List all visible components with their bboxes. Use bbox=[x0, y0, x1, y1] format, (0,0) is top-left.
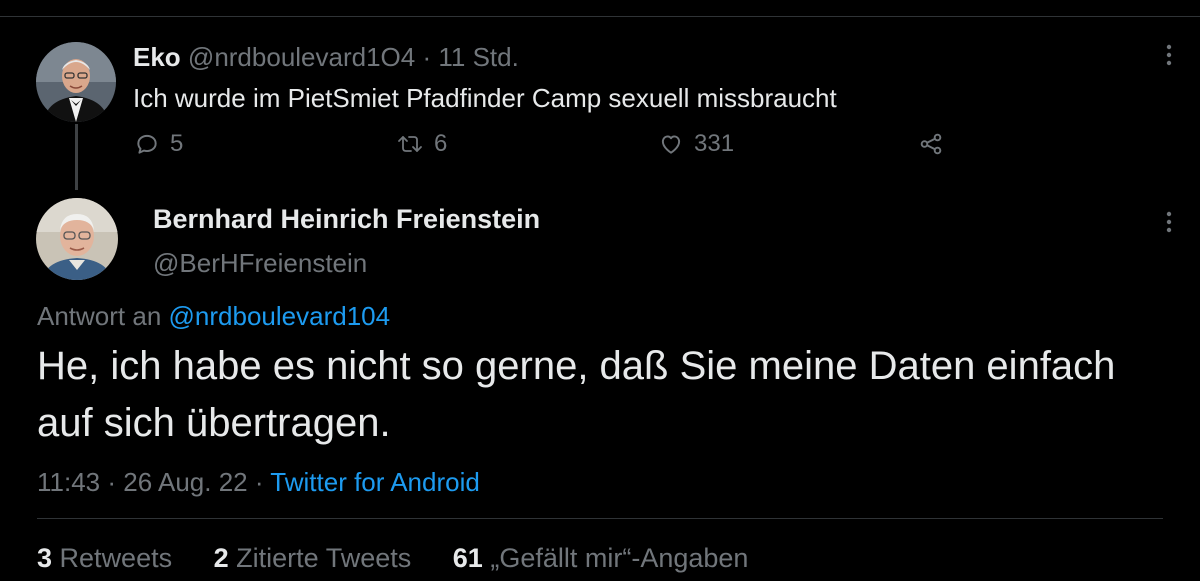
retweets-stat[interactable]: 3 Retweets bbox=[37, 543, 172, 573]
focused-handle[interactable]: @BerHFreienstein bbox=[153, 247, 367, 279]
quotes-stat-count: 2 bbox=[213, 543, 229, 573]
likes-stat-count: 61 bbox=[452, 543, 483, 573]
more-icon[interactable] bbox=[1158, 207, 1180, 237]
share-button[interactable] bbox=[918, 128, 954, 160]
quotes-stat[interactable]: 2 Zitierte Tweets bbox=[214, 543, 412, 573]
likes-stat[interactable]: 61 „Gefällt mir“-Angaben bbox=[453, 543, 749, 573]
avatar-eko[interactable] bbox=[36, 42, 116, 122]
reply-handle-link[interactable]: @nrdboulevard104 bbox=[169, 301, 391, 331]
top-divider bbox=[0, 16, 1200, 17]
retweet-count: 6 bbox=[434, 130, 448, 157]
reply-prefix: Antwort an bbox=[37, 301, 162, 331]
like-count: 331 bbox=[694, 130, 735, 157]
parent-display-name[interactable]: Eko bbox=[133, 42, 181, 72]
focused-tweet-text: He, ich habe es nicht so gerne, daß Sie … bbox=[37, 344, 1116, 445]
reply-count: 5 bbox=[170, 130, 184, 157]
quotes-stat-label: Zitierte Tweets bbox=[236, 543, 412, 573]
share-icon bbox=[918, 131, 944, 157]
like-button[interactable]: 331 bbox=[658, 128, 734, 160]
parent-handle[interactable]: @nrdboulevard1O4 bbox=[188, 42, 415, 72]
meta-separator: · bbox=[254, 467, 264, 497]
heart-icon bbox=[658, 131, 684, 157]
likes-stat-label: „Gefällt mir“-Angaben bbox=[490, 543, 749, 573]
reply-context: Antwort an @nrdboulevard104 bbox=[37, 300, 390, 332]
avatar-freienstein[interactable] bbox=[36, 198, 118, 280]
focused-display-name[interactable]: Bernhard Heinrich Freienstein bbox=[153, 203, 540, 235]
parent-tweet-text: Ich wurde im PietSmiet Pfadfinder Camp s… bbox=[133, 83, 837, 113]
tweet-source-link[interactable]: Twitter for Android bbox=[270, 467, 480, 497]
thread-line bbox=[75, 124, 78, 190]
meta-separator: · bbox=[107, 467, 117, 497]
stats-divider bbox=[37, 518, 1163, 519]
tweet-meta: 11:43 · 26 Aug. 22 · Twitter for Android bbox=[37, 466, 480, 498]
tweet-time[interactable]: 11:43 bbox=[37, 467, 100, 497]
retweet-button[interactable]: 6 bbox=[396, 128, 447, 160]
parent-tweet-header: Eko @nrdboulevard1O4 · 11 Std. bbox=[133, 42, 519, 72]
retweets-stat-count: 3 bbox=[37, 543, 53, 573]
retweets-stat-label: Retweets bbox=[59, 543, 173, 573]
engagement-stats: 3 Retweets 2 Zitierte Tweets 61 „Gefällt… bbox=[37, 541, 782, 575]
tweet-date[interactable]: 26 Aug. 22 bbox=[123, 467, 247, 497]
reply-icon bbox=[134, 131, 160, 157]
header-separator: · bbox=[422, 42, 432, 72]
reply-button[interactable]: 5 bbox=[134, 128, 183, 160]
parent-time[interactable]: 11 Std. bbox=[438, 42, 518, 72]
more-icon[interactable] bbox=[1158, 40, 1180, 70]
retweet-icon bbox=[396, 131, 424, 157]
